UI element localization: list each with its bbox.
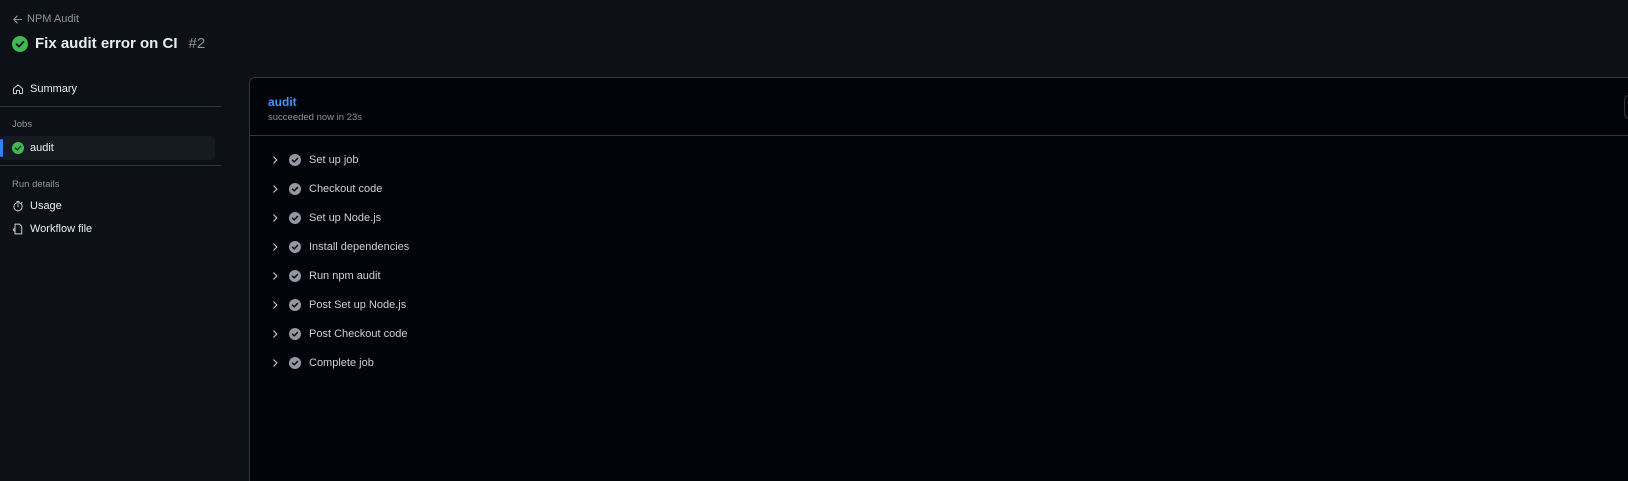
run-number: #2 xyxy=(188,35,206,52)
chevron-right-icon[interactable] xyxy=(270,329,280,339)
sidebar-item-job-audit[interactable]: audit xyxy=(0,136,215,160)
job-panel: audit succeeded now in 23s Set up job Ch… xyxy=(249,77,1628,481)
step-label: Post Set up Node.js xyxy=(309,298,407,311)
step-success-icon xyxy=(289,356,301,369)
job-step[interactable]: Complete job xyxy=(250,348,1628,377)
job-header: audit succeeded now in 23s xyxy=(250,78,1628,136)
chevron-right-icon[interactable] xyxy=(270,300,280,310)
step-success-icon xyxy=(289,327,301,340)
job-name[interactable]: audit xyxy=(268,95,1610,109)
workflow-file-icon xyxy=(12,223,23,235)
active-indicator xyxy=(0,139,3,157)
job-step[interactable]: Install dependencies xyxy=(250,232,1628,261)
chevron-right-icon[interactable] xyxy=(270,155,280,165)
step-label: Set up job xyxy=(309,153,359,166)
sidebar-item-workflow-file[interactable]: Workflow file xyxy=(0,218,221,240)
step-success-icon xyxy=(289,153,301,166)
sidebar-item-summary[interactable]: Summary xyxy=(0,78,221,100)
run-header: NPM Audit Fix audit error on CI #2 xyxy=(12,12,205,52)
job-step[interactable]: Set up Node.js xyxy=(250,203,1628,232)
job-step[interactable]: Run npm audit xyxy=(250,261,1628,290)
chevron-right-icon[interactable] xyxy=(270,358,280,368)
step-success-icon xyxy=(289,269,301,282)
home-icon xyxy=(13,84,23,94)
sidebar-item-label: Summary xyxy=(30,83,78,95)
workflow-name[interactable]: NPM Audit xyxy=(27,13,79,25)
chevron-right-icon[interactable] xyxy=(270,242,280,252)
chevron-right-icon[interactable] xyxy=(270,271,280,281)
sidebar-item-label: audit xyxy=(30,142,54,154)
back-link[interactable]: NPM Audit xyxy=(12,12,205,26)
chevron-right-icon[interactable] xyxy=(270,213,280,223)
step-label: Set up Node.js xyxy=(309,211,382,224)
sidebar-item-usage[interactable]: Usage xyxy=(0,195,221,217)
job-options-button[interactable] xyxy=(1624,95,1628,119)
chevron-right-icon[interactable] xyxy=(270,184,280,194)
sidebar-item-label: Workflow file xyxy=(30,223,93,235)
job-step[interactable]: Post Checkout code xyxy=(250,319,1628,348)
step-success-icon xyxy=(289,240,301,253)
step-success-icon xyxy=(289,211,301,224)
page-title: Fix audit error on CI xyxy=(35,35,178,52)
job-step[interactable]: Checkout code xyxy=(250,174,1628,203)
job-status: succeeded now in 23s xyxy=(268,112,363,123)
step-success-icon xyxy=(289,298,301,311)
step-label: Complete job xyxy=(309,356,374,369)
step-label: Post Checkout code xyxy=(309,327,408,340)
step-label: Checkout code xyxy=(309,182,383,195)
sidebar: Summary Jobs audit Run details Usage Wor… xyxy=(0,78,221,240)
stopwatch-icon xyxy=(13,201,23,212)
sidebar-item-label: Usage xyxy=(30,200,62,212)
step-label: Run npm audit xyxy=(309,269,381,282)
arrow-left-icon xyxy=(13,15,23,23)
jobs-section-label: Jobs xyxy=(12,119,33,130)
job-step[interactable]: Post Set up Node.js xyxy=(250,290,1628,319)
run-details-section-label: Run details xyxy=(12,179,60,190)
step-list: Set up job Checkout code Set up Node.js … xyxy=(250,136,1628,377)
sidebar-divider xyxy=(0,106,221,107)
success-check-icon xyxy=(12,35,28,52)
success-check-icon xyxy=(12,142,24,154)
step-success-icon xyxy=(289,182,301,195)
step-label: Install dependencies xyxy=(309,240,410,253)
job-step[interactable]: Set up job xyxy=(250,145,1628,174)
sidebar-divider xyxy=(0,165,221,166)
